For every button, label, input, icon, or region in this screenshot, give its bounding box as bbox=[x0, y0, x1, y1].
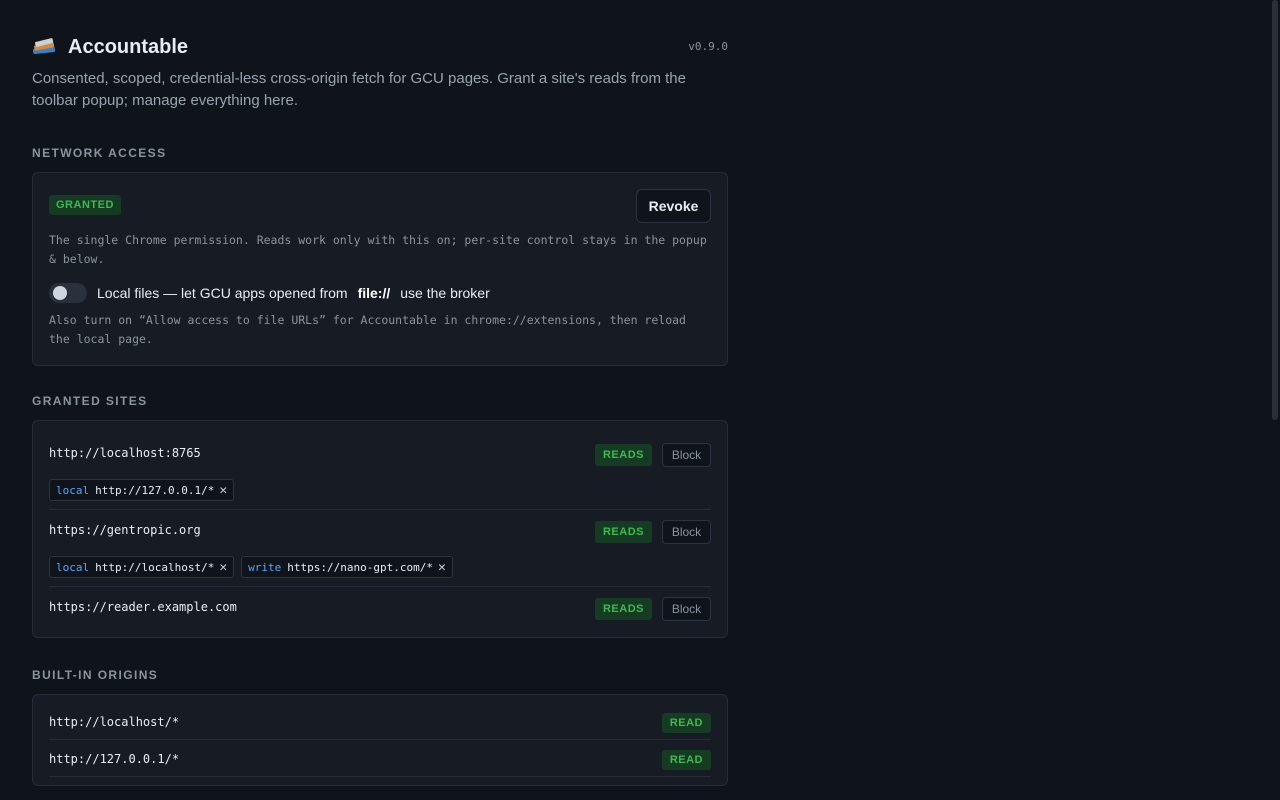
builtin-origins-heading: BUILT-IN ORIGINS bbox=[32, 668, 159, 682]
page-scrollbar[interactable] bbox=[1272, 0, 1278, 420]
file-urls-note: Also turn on “Allow access to file URLs”… bbox=[49, 313, 686, 346]
granted-sites-heading: GRANTED SITES bbox=[32, 394, 148, 408]
scope-chips: local http://localhost/* ✕ write https:/… bbox=[49, 556, 711, 578]
header: Accountable v0.9.0 bbox=[32, 0, 728, 62]
builtin-origins-card: http://localhost/* READ http://127.0.0.1… bbox=[32, 694, 728, 786]
block-button[interactable]: Block bbox=[662, 520, 711, 544]
page-title: Accountable bbox=[68, 36, 189, 58]
chip-pattern: http://127.0.0.1/* bbox=[95, 483, 215, 497]
scope-chips: local http://127.0.0.1/* ✕ bbox=[49, 479, 711, 501]
builtin-origin-row: http://127.0.0.1/* READ bbox=[49, 740, 711, 777]
permission-note: The single Chrome permission. Reads work… bbox=[49, 233, 707, 266]
toggle-knob bbox=[53, 286, 67, 300]
site-row: http://localhost:8765 READS Block local … bbox=[49, 433, 711, 510]
scope-chip: write https://nano-gpt.com/* ✕ bbox=[241, 556, 453, 578]
site-origin: https://reader.example.com bbox=[49, 600, 237, 614]
site-row: https://gentropic.org READS Block local … bbox=[49, 510, 711, 587]
local-files-toggle-row: Local files — let GCU apps opened from f… bbox=[49, 283, 711, 303]
reads-badge: READS bbox=[594, 444, 652, 466]
permission-status-row: GRANTED Revoke bbox=[49, 189, 711, 223]
page-subtitle: Consented, scoped, credential-less cross… bbox=[32, 70, 686, 109]
network-access-heading: NETWORK ACCESS bbox=[32, 146, 167, 160]
site-origin: http://localhost:8765 bbox=[49, 446, 201, 460]
local-files-toggle[interactable] bbox=[49, 283, 87, 303]
local-files-label-prefix: Local files — let GCU apps opened from bbox=[97, 285, 348, 301]
scope-chip: local http://localhost/* ✕ bbox=[49, 556, 235, 578]
chip-kind: local bbox=[56, 560, 90, 574]
version-label: v0.9.0 bbox=[688, 40, 728, 53]
site-origin: https://gentropic.org bbox=[49, 523, 201, 537]
scope-chip: local http://127.0.0.1/* ✕ bbox=[49, 479, 235, 501]
remove-chip-icon[interactable]: ✕ bbox=[438, 560, 446, 575]
granted-sites-card: http://localhost:8765 READS Block local … bbox=[32, 420, 728, 638]
options-page: Accountable v0.9.0 Consented, scoped, cr… bbox=[32, 0, 728, 786]
reads-badge: READS bbox=[594, 521, 652, 543]
remove-chip-icon[interactable]: ✕ bbox=[219, 483, 227, 498]
builtin-origin: http://localhost/* bbox=[49, 715, 180, 729]
revoke-button[interactable]: Revoke bbox=[636, 189, 711, 223]
permission-status-badge: GRANTED bbox=[49, 195, 121, 215]
builtin-origin: http://127.0.0.1/* bbox=[49, 752, 180, 766]
read-badge: READ bbox=[661, 750, 711, 770]
block-button[interactable]: Block bbox=[662, 597, 711, 621]
local-files-label-suffix: use the broker bbox=[400, 285, 490, 301]
block-button[interactable]: Block bbox=[662, 443, 711, 467]
network-access-card: GRANTED Revoke The single Chrome permiss… bbox=[32, 172, 728, 366]
chip-pattern: https://nano-gpt.com/* bbox=[287, 560, 433, 574]
builtin-origin-row: http://localhost/* READ bbox=[49, 703, 711, 740]
remove-chip-icon[interactable]: ✕ bbox=[219, 560, 227, 575]
chip-pattern: http://localhost/* bbox=[95, 560, 215, 574]
chip-kind: local bbox=[56, 483, 90, 497]
site-row: https://reader.example.com READS Block bbox=[49, 587, 711, 629]
chip-kind: write bbox=[248, 560, 282, 574]
books-icon bbox=[32, 38, 56, 55]
read-badge: READ bbox=[661, 713, 711, 733]
file-scheme-label: file:// bbox=[357, 285, 391, 301]
reads-badge: READS bbox=[594, 598, 652, 620]
